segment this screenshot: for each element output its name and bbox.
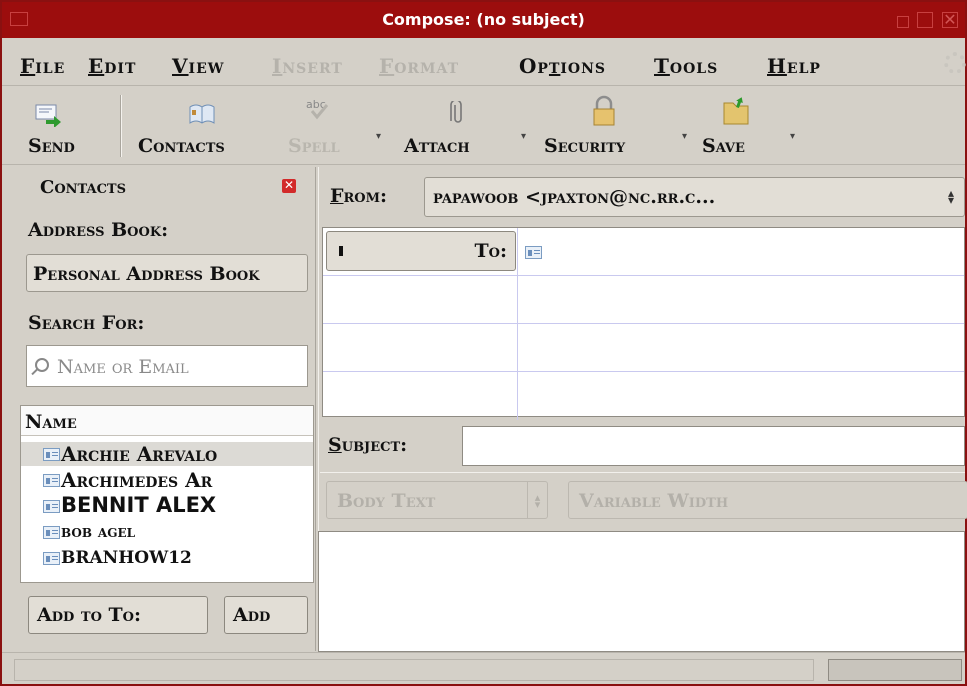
- menu-edit[interactable]: Edit: [88, 54, 136, 78]
- menu-help[interactable]: Help: [767, 54, 821, 78]
- sidebar-title: Contacts: [40, 177, 126, 198]
- format-toolbar: Body Text ▴ ▾ Variable Width: [320, 472, 967, 530]
- contact-card-icon: [43, 448, 60, 461]
- save-folder-icon: [723, 97, 749, 125]
- close-window-icon[interactable]: ✕: [942, 12, 958, 28]
- save-dropdown-icon[interactable]: ▾: [790, 131, 795, 142]
- address-book-value: Personal Address Book: [33, 263, 260, 285]
- contacts-sidebar: Contacts ✕ Address Book: Personal Addres…: [20, 167, 314, 651]
- search-icon: [35, 358, 49, 372]
- contact-list[interactable]: Name Archie Arevalo Archimedes Ar BENNIT…: [20, 405, 314, 583]
- send-icon: [35, 104, 61, 127]
- search-label: Search For:: [28, 312, 145, 334]
- contact-row[interactable]: BENNIT ALEX: [21, 493, 313, 518]
- address-book-icon: [189, 104, 215, 124]
- menu-format[interactable]: Format: [379, 54, 459, 78]
- contact-name: Archie Arevalo: [61, 442, 218, 466]
- menu-view[interactable]: View: [172, 54, 224, 78]
- from-select[interactable]: papawoob <jpaxton@nc.rr.c... ▴ ▾: [424, 177, 965, 217]
- address-book-select[interactable]: Personal Address Book: [26, 254, 308, 292]
- toolbar-separator: [120, 95, 122, 157]
- paperclip-icon: [450, 101, 462, 123]
- recipient-row[interactable]: [323, 324, 964, 372]
- from-value: papawoob <jpaxton@nc.rr.c...: [433, 186, 716, 208]
- spell-label: Spell: [288, 135, 340, 157]
- toolbar: Send Contacts abc Spell ▾ Attach ▾ Secur…: [2, 87, 965, 165]
- select-spin-icon: ▴ ▾: [947, 186, 954, 207]
- menu-bar: File Edit View Insert Format Options Too…: [2, 38, 966, 86]
- status-text: [14, 659, 814, 681]
- contact-row[interactable]: BRANHOW12: [21, 546, 313, 570]
- paragraph-format-select[interactable]: Body Text ▴ ▾: [326, 481, 548, 519]
- maximize-icon[interactable]: [917, 12, 933, 28]
- attach-dropdown-icon[interactable]: ▾: [521, 131, 526, 142]
- contact-card-icon: [43, 500, 60, 513]
- column-header-name[interactable]: Name: [21, 406, 313, 436]
- security-button[interactable]: Security ▾: [544, 91, 687, 163]
- contact-name: Archimedes Ar: [61, 468, 213, 492]
- menu-file[interactable]: File: [20, 54, 65, 78]
- contact-name: BRANHOW12: [61, 548, 192, 568]
- contacts-label: Contacts: [138, 135, 225, 157]
- subject-input[interactable]: [462, 426, 965, 466]
- select-spin-icon: ▴ ▾: [527, 482, 547, 518]
- contact-name: bob agel: [61, 522, 136, 542]
- contact-row[interactable]: Archie Arevalo: [21, 442, 313, 466]
- add-cc-button[interactable]: Add: [224, 596, 308, 634]
- search-field[interactable]: [26, 345, 308, 387]
- progress-meter: [828, 659, 962, 681]
- menu-insert[interactable]: Insert: [272, 54, 343, 78]
- send-button[interactable]: Send: [22, 91, 102, 163]
- lock-icon: [593, 95, 615, 126]
- recipient-list[interactable]: To:: [322, 227, 965, 420]
- attach-label: Attach: [404, 135, 470, 157]
- send-label: Send: [28, 135, 75, 157]
- contact-row[interactable]: Archimedes Ar: [21, 468, 313, 492]
- attach-button[interactable]: Attach ▾: [404, 91, 526, 163]
- throbber-icon: [944, 52, 966, 74]
- window-title: Compose: (no subject): [382, 10, 585, 29]
- contact-row[interactable]: bob agel: [21, 520, 313, 544]
- contact-card-icon: [43, 474, 60, 487]
- recipient-row[interactable]: [323, 372, 964, 420]
- recipient-row[interactable]: [323, 276, 964, 324]
- close-sidebar-icon[interactable]: ✕: [282, 179, 296, 193]
- dropdown-marker-icon: [339, 246, 343, 256]
- contact-name: BENNIT ALEX: [61, 493, 217, 517]
- spell-button[interactable]: abc Spell ▾: [288, 91, 384, 163]
- compose-window: Compose: (no subject) ✕ File Edit View I…: [0, 0, 967, 686]
- search-input[interactable]: [57, 353, 307, 381]
- message-body-editor[interactable]: [318, 531, 965, 652]
- subject-label: Subject:: [328, 434, 408, 456]
- address-book-label: Address Book:: [28, 219, 169, 241]
- contact-card-icon: [43, 526, 60, 539]
- save-label: Save: [702, 135, 745, 157]
- security-dropdown-icon[interactable]: ▾: [682, 131, 687, 142]
- menu-tools[interactable]: Tools: [654, 54, 718, 78]
- contact-card-icon: [43, 552, 60, 565]
- from-label: From:: [330, 185, 388, 207]
- contacts-button[interactable]: Contacts: [132, 91, 274, 163]
- spell-dropdown-icon[interactable]: ▾: [376, 131, 381, 142]
- recipient-row[interactable]: To:: [323, 228, 964, 276]
- menu-options[interactable]: Options: [519, 54, 606, 78]
- font-select[interactable]: Variable Width: [568, 481, 967, 519]
- add-to-button[interactable]: Add to To:: [28, 596, 208, 634]
- to-type-button[interactable]: To:: [326, 231, 516, 271]
- status-bar: [2, 652, 965, 684]
- security-label: Security: [544, 135, 626, 157]
- title-bar: Compose: (no subject) ✕: [2, 2, 965, 38]
- minimize-icon[interactable]: [897, 16, 909, 28]
- spellcheck-icon: abc: [306, 98, 329, 120]
- save-button[interactable]: Save ▾: [702, 91, 802, 163]
